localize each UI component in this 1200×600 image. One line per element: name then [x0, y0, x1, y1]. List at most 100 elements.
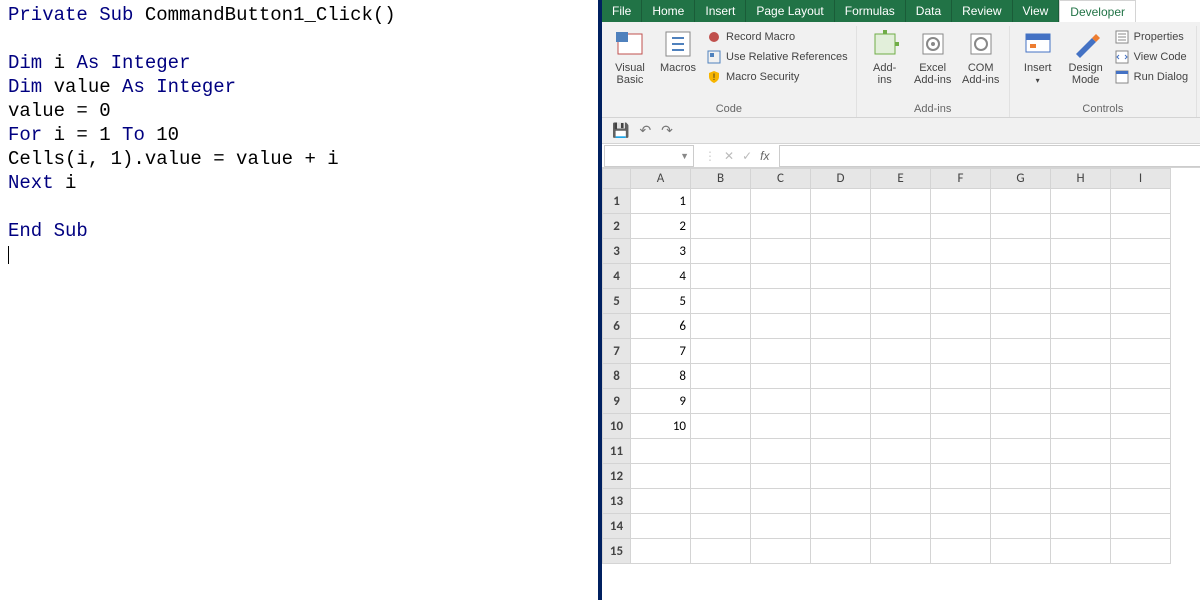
- cell-F11[interactable]: [931, 439, 991, 464]
- cell-F7[interactable]: [931, 339, 991, 364]
- cell-A12[interactable]: [631, 464, 691, 489]
- cell-F6[interactable]: [931, 314, 991, 339]
- cell-F5[interactable]: [931, 289, 991, 314]
- cell-E11[interactable]: [871, 439, 931, 464]
- cell-G11[interactable]: [991, 439, 1051, 464]
- cell-D7[interactable]: [811, 339, 871, 364]
- use-relative-references-button[interactable]: Use Relative References: [704, 48, 850, 66]
- cell-B5[interactable]: [691, 289, 751, 314]
- cell-H1[interactable]: [1051, 189, 1111, 214]
- cell-H4[interactable]: [1051, 264, 1111, 289]
- tab-formulas[interactable]: Formulas: [835, 0, 906, 22]
- cell-D3[interactable]: [811, 239, 871, 264]
- record-macro-button[interactable]: Record Macro: [704, 28, 850, 46]
- row-header-6[interactable]: 6: [603, 314, 631, 339]
- cell-H14[interactable]: [1051, 514, 1111, 539]
- cell-H15[interactable]: [1051, 539, 1111, 564]
- tab-page-layout[interactable]: Page Layout: [746, 0, 834, 22]
- cell-E14[interactable]: [871, 514, 931, 539]
- row-header-15[interactable]: 15: [603, 539, 631, 564]
- tab-view[interactable]: View: [1013, 0, 1060, 22]
- cell-I15[interactable]: [1111, 539, 1171, 564]
- cell-B7[interactable]: [691, 339, 751, 364]
- column-header-E[interactable]: E: [871, 169, 931, 189]
- cell-B15[interactable]: [691, 539, 751, 564]
- undo-icon[interactable]: ↶: [639, 122, 651, 139]
- cell-A15[interactable]: [631, 539, 691, 564]
- cell-B1[interactable]: [691, 189, 751, 214]
- cell-D2[interactable]: [811, 214, 871, 239]
- cell-B9[interactable]: [691, 389, 751, 414]
- tab-file[interactable]: File: [602, 0, 642, 22]
- cell-G9[interactable]: [991, 389, 1051, 414]
- row-header-8[interactable]: 8: [603, 364, 631, 389]
- cell-G4[interactable]: [991, 264, 1051, 289]
- cell-H12[interactable]: [1051, 464, 1111, 489]
- select-all-corner[interactable]: [603, 169, 631, 189]
- column-header-G[interactable]: G: [991, 169, 1051, 189]
- redo-icon[interactable]: ↷: [661, 122, 673, 139]
- worksheet-grid[interactable]: ABCDEFGHI1122334455667788991010111213141…: [602, 168, 1200, 600]
- cell-C7[interactable]: [751, 339, 811, 364]
- cell-F15[interactable]: [931, 539, 991, 564]
- cell-A7[interactable]: 7: [631, 339, 691, 364]
- cell-D8[interactable]: [811, 364, 871, 389]
- cell-D9[interactable]: [811, 389, 871, 414]
- cell-E9[interactable]: [871, 389, 931, 414]
- cell-I12[interactable]: [1111, 464, 1171, 489]
- cell-C11[interactable]: [751, 439, 811, 464]
- name-box[interactable]: ▼: [604, 145, 694, 167]
- cell-H7[interactable]: [1051, 339, 1111, 364]
- insert-button[interactable]: Insert▾: [1016, 26, 1060, 87]
- cell-C4[interactable]: [751, 264, 811, 289]
- tab-insert[interactable]: Insert: [695, 0, 746, 22]
- cell-I10[interactable]: [1111, 414, 1171, 439]
- cell-C5[interactable]: [751, 289, 811, 314]
- cell-F13[interactable]: [931, 489, 991, 514]
- cell-E6[interactable]: [871, 314, 931, 339]
- cell-F10[interactable]: [931, 414, 991, 439]
- cell-C8[interactable]: [751, 364, 811, 389]
- save-icon[interactable]: 💾: [612, 122, 629, 139]
- cell-G6[interactable]: [991, 314, 1051, 339]
- cell-C15[interactable]: [751, 539, 811, 564]
- visual-basic-button[interactable]: VisualBasic: [608, 26, 652, 86]
- cell-E7[interactable]: [871, 339, 931, 364]
- formula-input[interactable]: [779, 145, 1200, 167]
- cell-F9[interactable]: [931, 389, 991, 414]
- vba-code-editor[interactable]: Private Sub CommandButton1_Click() Dim i…: [0, 0, 598, 600]
- cell-B4[interactable]: [691, 264, 751, 289]
- view-code-button[interactable]: View Code: [1112, 48, 1190, 66]
- cell-E1[interactable]: [871, 189, 931, 214]
- cell-D15[interactable]: [811, 539, 871, 564]
- row-header-12[interactable]: 12: [603, 464, 631, 489]
- cell-G8[interactable]: [991, 364, 1051, 389]
- cell-E5[interactable]: [871, 289, 931, 314]
- cell-H11[interactable]: [1051, 439, 1111, 464]
- column-header-B[interactable]: B: [691, 169, 751, 189]
- tab-home[interactable]: Home: [642, 0, 695, 22]
- tab-data[interactable]: Data: [906, 0, 952, 22]
- tab-developer[interactable]: Developer: [1059, 0, 1136, 22]
- column-header-A[interactable]: A: [631, 169, 691, 189]
- cell-C1[interactable]: [751, 189, 811, 214]
- cell-F14[interactable]: [931, 514, 991, 539]
- cell-G12[interactable]: [991, 464, 1051, 489]
- cell-D12[interactable]: [811, 464, 871, 489]
- com-add-ins-button[interactable]: COMAdd-ins: [959, 26, 1003, 86]
- macro-security-button[interactable]: !Macro Security: [704, 68, 850, 86]
- cell-G10[interactable]: [991, 414, 1051, 439]
- cell-C12[interactable]: [751, 464, 811, 489]
- cell-G15[interactable]: [991, 539, 1051, 564]
- cell-H6[interactable]: [1051, 314, 1111, 339]
- cell-A10[interactable]: 10: [631, 414, 691, 439]
- cell-I14[interactable]: [1111, 514, 1171, 539]
- cell-B3[interactable]: [691, 239, 751, 264]
- cell-G7[interactable]: [991, 339, 1051, 364]
- cell-C14[interactable]: [751, 514, 811, 539]
- cell-I4[interactable]: [1111, 264, 1171, 289]
- cell-F2[interactable]: [931, 214, 991, 239]
- cell-G14[interactable]: [991, 514, 1051, 539]
- cell-A1[interactable]: 1: [631, 189, 691, 214]
- cell-F4[interactable]: [931, 264, 991, 289]
